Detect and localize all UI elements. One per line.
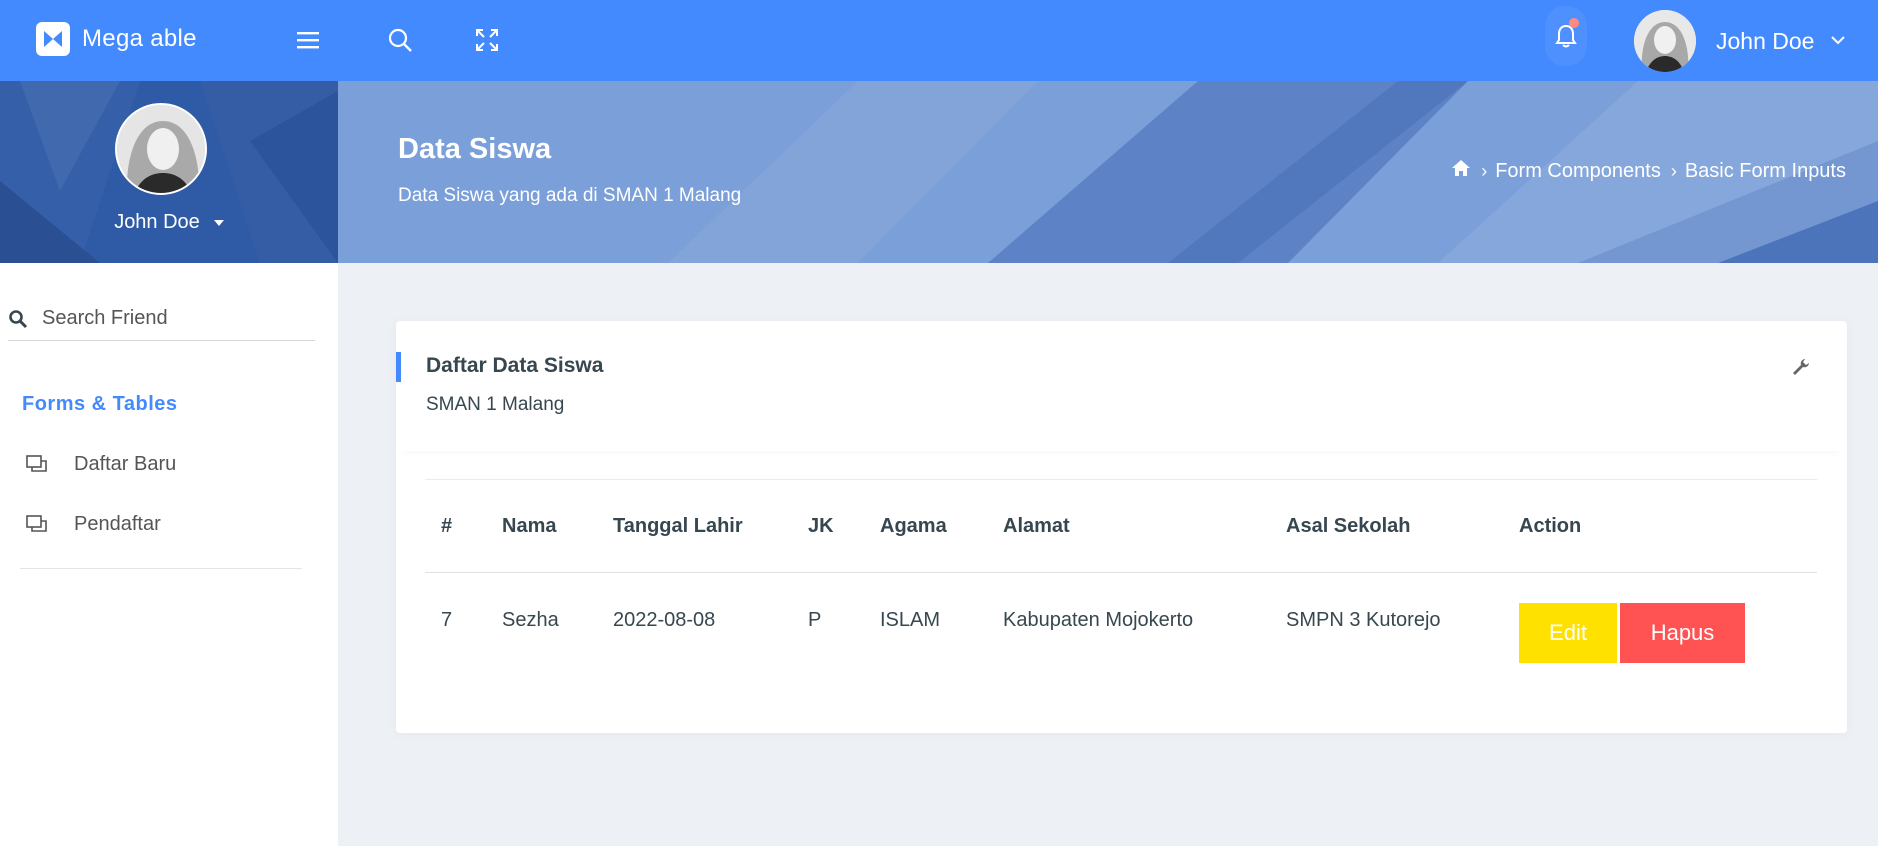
fullscreen-icon[interactable]	[471, 24, 503, 56]
sidebar-profile-name: John Doe	[114, 211, 200, 233]
breadcrumb-separator-icon: ›	[1670, 160, 1677, 181]
wrench-icon[interactable]	[1791, 357, 1811, 382]
sidebar-item-pendaftar[interactable]: Pendaftar	[26, 513, 161, 536]
page-header: Data Siswa Data Siswa yang ada di SMAN 1…	[338, 81, 1878, 263]
column-header-asal-sekolah: Asal Sekolah	[1270, 479, 1503, 573]
column-header-tanggal-lahir: Tanggal Lahir	[597, 479, 792, 573]
sidebar-profile-name-row[interactable]: John Doe	[0, 211, 338, 234]
breadcrumb-item-form-components[interactable]: Form Components	[1495, 160, 1661, 183]
breadcrumb-item-basic-form-inputs[interactable]: Basic Form Inputs	[1685, 160, 1846, 183]
cell-no: 7	[441, 609, 453, 631]
column-header-jk: JK	[792, 479, 864, 573]
search-friend-input[interactable]	[42, 307, 302, 330]
brand-name: Mega able	[82, 25, 197, 52]
menu-icon[interactable]	[292, 24, 324, 56]
sidebar-profile: John Doe	[0, 81, 338, 263]
notification-dot	[1569, 18, 1579, 28]
cell-tanggal-lahir: 2022-08-08	[613, 609, 716, 631]
search-friend-row	[8, 297, 315, 341]
cell-jk: P	[808, 609, 822, 631]
search-icon	[9, 309, 28, 328]
caret-down-icon	[213, 219, 224, 226]
brand[interactable]: Mega able	[36, 22, 197, 56]
column-header-no: #	[425, 479, 486, 573]
edit-button[interactable]: Edit	[1519, 603, 1617, 663]
data-card: Daftar Data Siswa SMAN 1 Malang # Nama T…	[396, 321, 1847, 733]
column-header-nama: Nama	[486, 479, 597, 573]
students-table: # Nama Tanggal Lahir JK Agama Alamat Asa…	[425, 479, 1817, 665]
cell-agama: ISLAM	[880, 609, 941, 631]
card-accent-bar	[396, 352, 401, 382]
page-title: Data Siswa	[398, 133, 552, 165]
page-subtitle: Data Siswa yang ada di SMAN 1 Malang	[398, 185, 742, 206]
notification-bell[interactable]	[1545, 6, 1587, 66]
cell-nama: Sezha	[502, 609, 559, 631]
cell-action: Edit Hapus	[1503, 573, 1817, 665]
avatar	[1634, 10, 1696, 72]
column-header-alamat: Alamat	[987, 479, 1270, 573]
breadcrumb: › Form Components › Basic Form Inputs	[1451, 159, 1846, 183]
card-subtitle: SMAN 1 Malang	[426, 394, 565, 415]
window-icon	[26, 454, 47, 472]
cell-alamat: Kabupaten Mojokerto	[1003, 609, 1194, 631]
brand-logo-icon	[36, 22, 70, 56]
search-icon[interactable]	[384, 24, 416, 56]
top-navbar: Mega able John Doe	[0, 0, 1878, 81]
sidebar-divider	[20, 568, 302, 569]
sidebar-section-label: Forms & Tables	[22, 393, 178, 415]
nav-username: John Doe	[1716, 27, 1815, 54]
table-header-row: # Nama Tanggal Lahir JK Agama Alamat Asa…	[425, 479, 1817, 573]
column-header-agama: Agama	[864, 479, 987, 573]
home-icon[interactable]	[1451, 159, 1471, 183]
delete-button[interactable]: Hapus	[1620, 603, 1745, 663]
card-title: Daftar Data Siswa	[426, 354, 604, 377]
chevron-down-icon	[1830, 32, 1846, 50]
card-header: Daftar Data Siswa SMAN 1 Malang	[396, 321, 1847, 451]
user-menu[interactable]: John Doe	[1634, 10, 1846, 72]
sidebar-item-label: Daftar Baru	[74, 453, 177, 475]
breadcrumb-separator-icon: ›	[1481, 160, 1488, 181]
column-header-action: Action	[1503, 479, 1817, 573]
sidebar-item-daftar-baru[interactable]: Daftar Baru	[26, 453, 176, 476]
window-icon	[26, 514, 47, 532]
cell-asal-sekolah: SMPN 3 Kutorejo	[1286, 609, 1441, 631]
sidebar-item-label: Pendaftar	[74, 513, 161, 535]
sidebar: John Doe Forms & Tables Daftar Baru Pend…	[0, 81, 338, 846]
sidebar-avatar	[115, 103, 207, 195]
table-row: 7 Sezha 2022-08-08 P ISLAM Kabupaten Moj…	[425, 573, 1817, 665]
